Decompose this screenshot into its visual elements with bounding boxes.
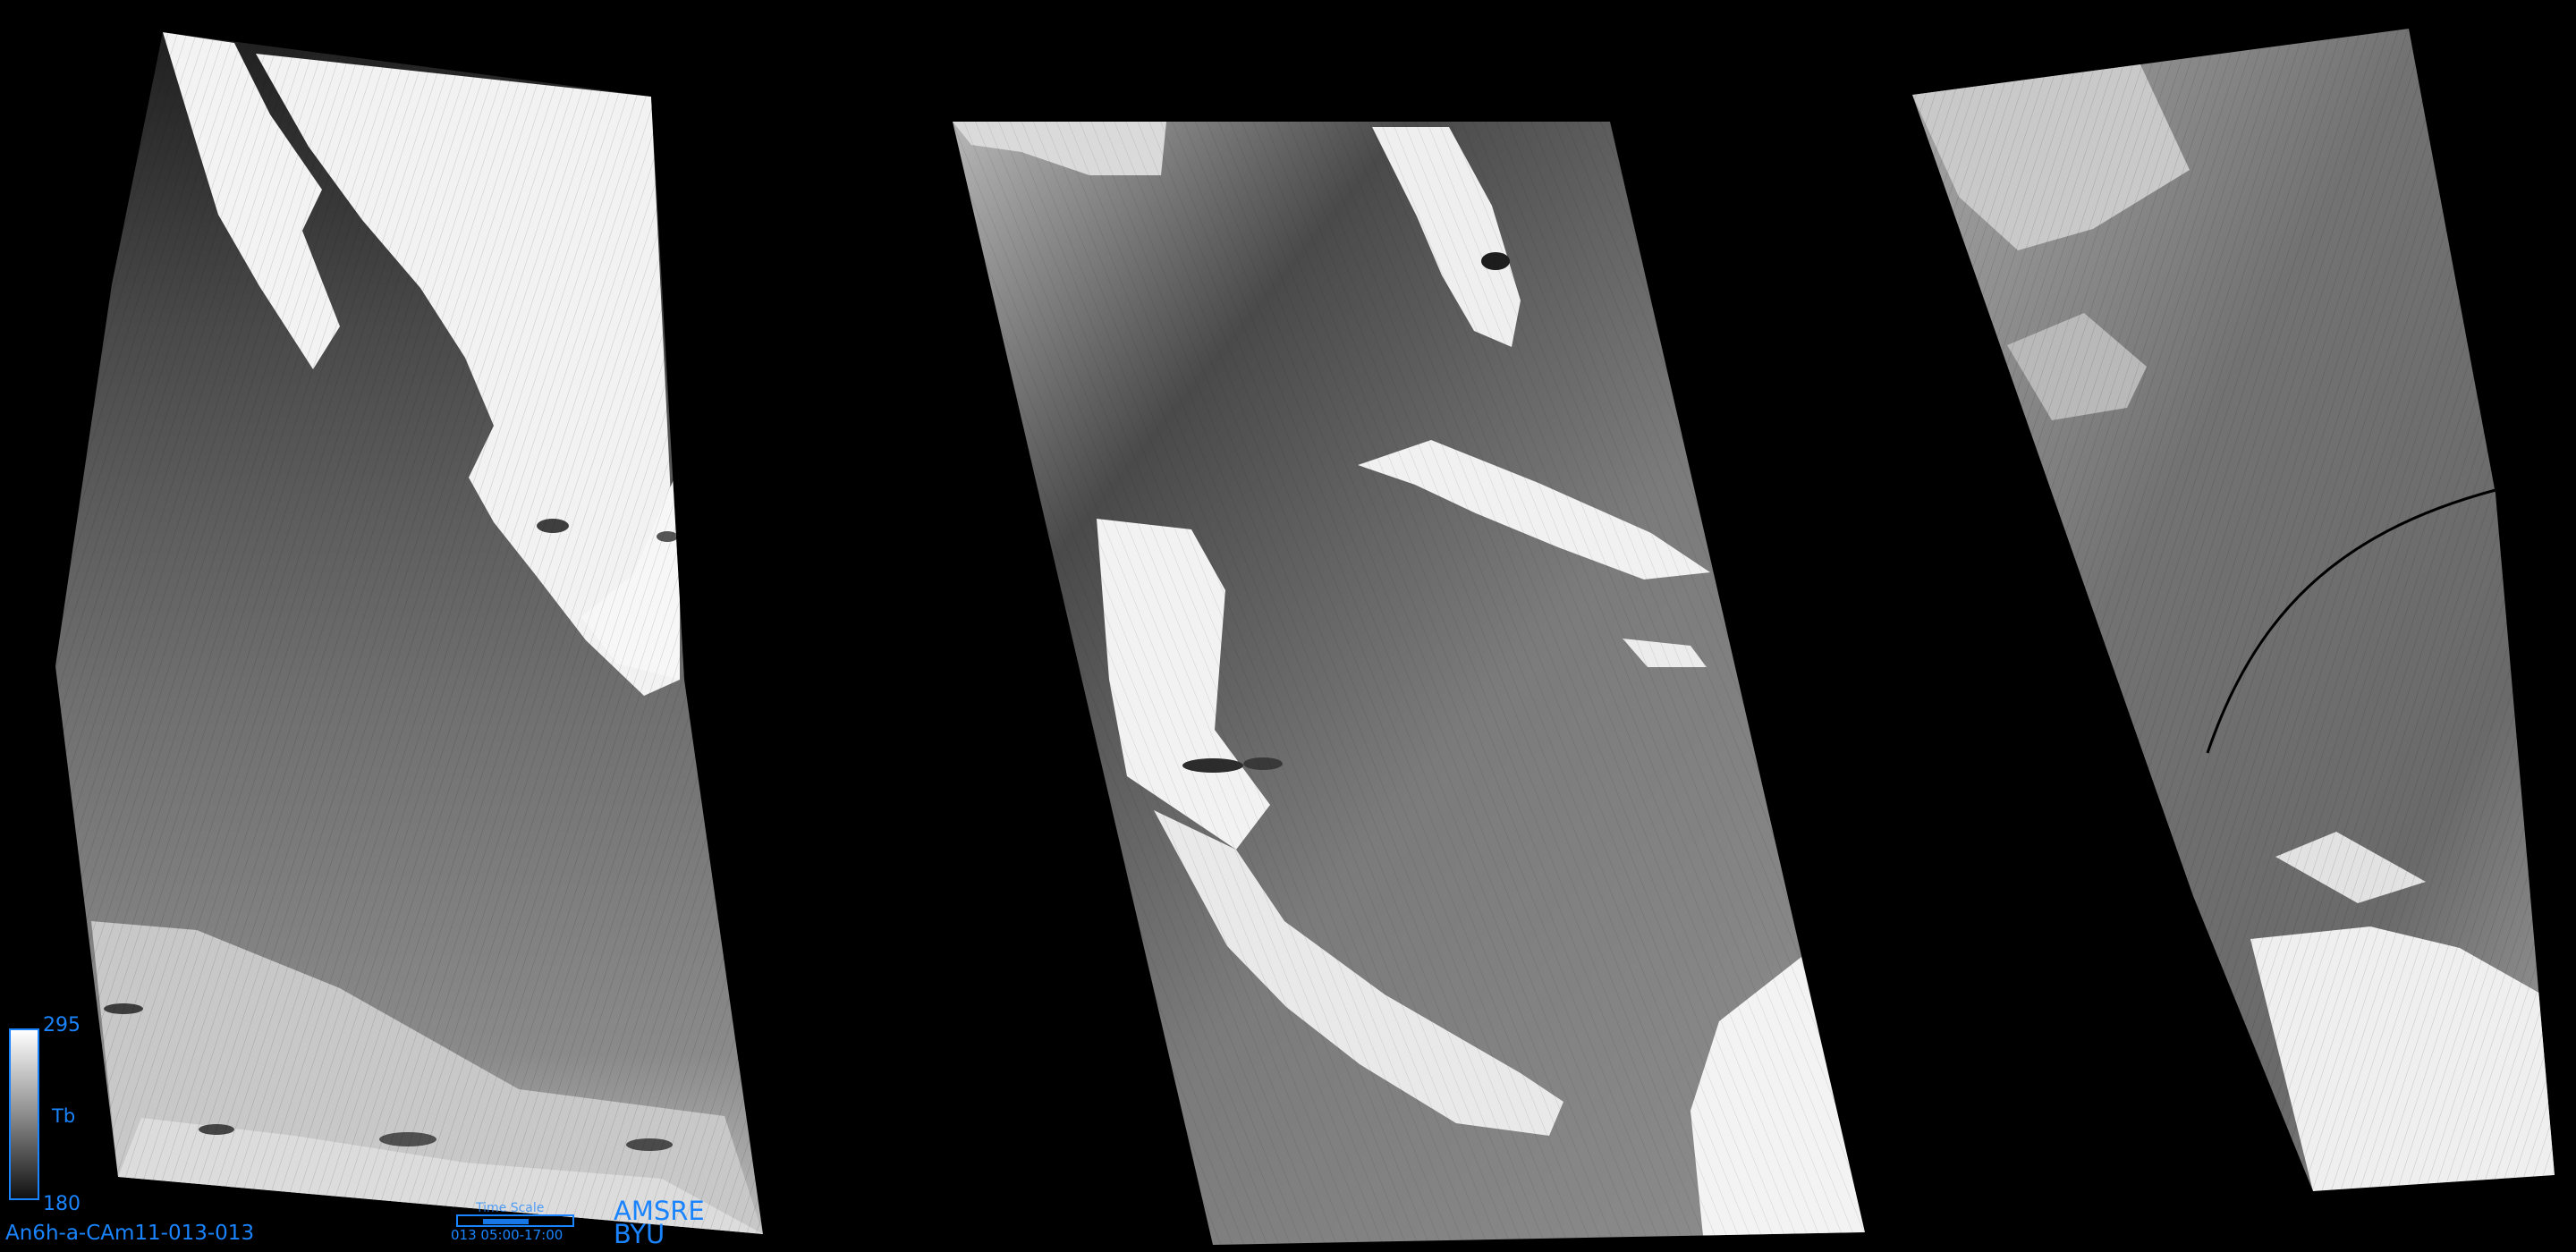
colorbar-max-label: 295: [43, 1014, 80, 1036]
east-swath: [1912, 29, 2555, 1191]
temperature-colorbar: [9, 1028, 39, 1200]
time-scale-labels: 013 05:00-17:00: [451, 1229, 563, 1242]
west-swath: [55, 32, 763, 1234]
time-scale-fill: [483, 1219, 529, 1224]
colorbar-min-label: 180: [43, 1193, 80, 1215]
time-scale-bar: [456, 1214, 574, 1227]
map-canvas: 295 Tb 180 Time Scale 013 05:00-17:00 An…: [0, 0, 2576, 1252]
image-id-label: An6h-a-CAm11-013-013: [5, 1222, 255, 1245]
time-scale-title: Time Scale: [476, 1201, 545, 1215]
swath-image-layer: [55, 29, 2555, 1245]
central-swath: [953, 122, 1865, 1245]
time-scale-day: 013: [451, 1227, 477, 1243]
time-scale-range: 05:00-17:00: [480, 1227, 564, 1243]
colorbar-unit-label: Tb: [52, 1105, 76, 1127]
organization-label: BYU: [614, 1219, 665, 1249]
